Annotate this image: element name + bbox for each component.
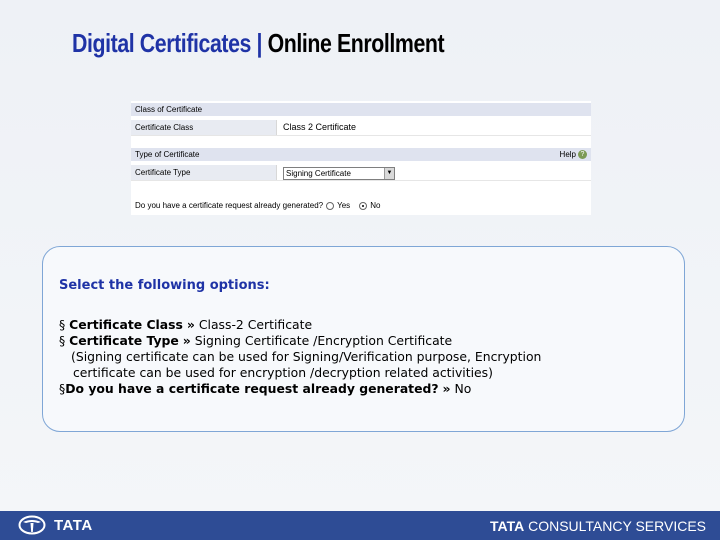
- instructions-box: Select the following options: § Certific…: [42, 246, 685, 432]
- chevron-down-icon[interactable]: ▼: [384, 168, 394, 179]
- list-item: § Certificate Type » Signing Certificate…: [59, 333, 674, 349]
- title-separator: |: [251, 28, 268, 58]
- section-class-header: Class of Certificate: [131, 103, 591, 116]
- tata-logo: TATA: [18, 515, 93, 535]
- page-title: Digital Certificates | Online Enrollment: [72, 28, 445, 59]
- title-part2: Online Enrollment: [267, 28, 445, 58]
- item2-note-line1: (Signing certificate can be used for Sig…: [71, 349, 542, 364]
- list-item: § Certificate Class » Class-2 Certificat…: [59, 317, 674, 333]
- question-icon[interactable]: ?: [578, 150, 587, 159]
- title-part1: Digital Certificates: [72, 28, 252, 58]
- bullet-icon: §: [59, 317, 66, 332]
- arrow-icon: »: [186, 317, 195, 332]
- tcs-brand-bold: TATA: [489, 518, 525, 534]
- section-type-header: Type of Certificate Help ?: [131, 148, 591, 161]
- bullet-icon: §: [59, 333, 66, 348]
- help-link[interactable]: Help ?: [560, 148, 587, 161]
- tata-wordmark: TATA: [54, 516, 93, 534]
- certificate-class-row: Certificate Class Class 2 Certificate: [131, 120, 591, 136]
- instructions-list: § Certificate Class » Class-2 Certificat…: [59, 317, 674, 397]
- certificate-class-label: Certificate Class: [131, 120, 277, 135]
- certificate-class-value[interactable]: Class 2 Certificate: [283, 120, 356, 135]
- item2-label: Certificate Type: [69, 333, 179, 348]
- item2-note-line2: certificate can be used for encryption /…: [73, 365, 493, 380]
- item3-value: No: [454, 381, 472, 396]
- request-question-row: Do you have a certificate request alread…: [131, 198, 591, 214]
- certificate-type-row: Certificate Type Signing Certificate ▼: [131, 165, 591, 181]
- section-class-label: Class of Certificate: [135, 105, 203, 114]
- item2-value: Signing Certificate /Encryption Certific…: [194, 333, 453, 348]
- arrow-icon: »: [442, 381, 451, 396]
- arrow-icon: »: [182, 333, 191, 348]
- footer-bar: TATA TATA CONSULTANCY SERVICES: [0, 511, 720, 540]
- instructions-heading: Select the following options:: [59, 278, 270, 293]
- request-question-label: Do you have a certificate request alread…: [135, 201, 324, 210]
- enrollment-form: Class of Certificate Certificate Class C…: [131, 101, 591, 215]
- certificate-type-label: Certificate Type: [131, 165, 277, 180]
- help-label: Help: [559, 150, 576, 159]
- item3-label: Do you have a certificate request alread…: [65, 381, 439, 396]
- tata-emblem-icon: [18, 515, 46, 535]
- tcs-brand-rest: CONSULTANCY SERVICES: [528, 518, 706, 534]
- radio-yes-label[interactable]: Yes: [337, 198, 350, 214]
- tcs-logo: TATA CONSULTANCY SERVICES: [490, 518, 706, 534]
- certificate-type-select[interactable]: Signing Certificate ▼: [283, 167, 395, 180]
- list-item: §Do you have a certificate request alrea…: [59, 381, 674, 397]
- item1-label: Certificate Class: [69, 317, 183, 332]
- radio-no-label[interactable]: No: [370, 198, 380, 214]
- item1-value: Class-2 Certificate: [198, 317, 313, 332]
- section-type-label: Type of Certificate: [135, 150, 200, 159]
- certificate-type-value: Signing Certificate: [286, 169, 351, 178]
- radio-no[interactable]: [359, 202, 368, 210]
- radio-yes[interactable]: [326, 202, 335, 210]
